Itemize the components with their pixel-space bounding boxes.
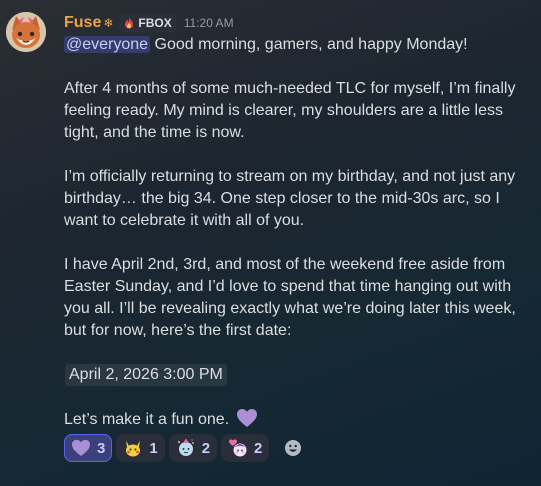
reaction-count: 2 (254, 439, 263, 457)
message-content: @everyone Good morning, gamers, and happ… (64, 34, 530, 430)
paragraph-line: want to celebrate it with all of you. (64, 212, 305, 229)
message-header: Fuse ❄ FBOX 11:20 AM (64, 12, 234, 34)
add-reaction-button[interactable] (279, 434, 307, 462)
paragraph-line: Easter Sunday, and I’d love to spend tha… (64, 278, 512, 295)
paragraph-line: birthday… the big 34. One step closer to… (64, 190, 500, 207)
paragraph-line: After 4 months of some much-needed TLC f… (64, 80, 516, 97)
message-timestamp[interactable]: 11:20 AM (184, 16, 234, 30)
date-timestamp-chip[interactable]: April 2, 2026 3:00 PM (65, 364, 227, 386)
party-character-icon (177, 438, 194, 456)
paragraph-line: tight, and the time is now. (64, 124, 245, 141)
greeting-text: Good morning, gamers, and happy Monday! (150, 36, 468, 53)
reaction-pikachu[interactable]: 1 (116, 434, 165, 462)
heart-character-icon (229, 439, 247, 457)
reaction-heart-character[interactable]: 2 (221, 434, 270, 462)
guild-tag-label: FBOX (138, 16, 172, 30)
reaction-count: 3 (97, 439, 106, 457)
reactions-bar: 3 1 2 2 (64, 434, 307, 462)
user-avatar[interactable] (6, 12, 46, 52)
closing-text: Let’s make it a fun one. (64, 411, 230, 428)
paragraph-line: you all. I’ll be revealing exactly what … (64, 300, 516, 317)
greeting-line: @everyone Good morning, gamers, and happ… (64, 34, 530, 56)
snowflake-icon: ❄ (103, 16, 114, 30)
chat-message: Fuse ❄ FBOX 11:20 AM @everyone Good morn… (0, 0, 541, 486)
reaction-count: 1 (149, 439, 158, 457)
smiley-add-reaction-icon (285, 440, 302, 456)
paragraph-line: I have April 2nd, 3rd, and most of the w… (64, 256, 506, 273)
reaction-count: 2 (201, 439, 211, 457)
guild-tag[interactable]: FBOX (119, 14, 176, 32)
username[interactable]: Fuse (64, 14, 101, 32)
everyone-mention[interactable]: @everyone (64, 36, 151, 53)
purple-heart-icon (72, 439, 90, 456)
flame-icon (125, 17, 134, 29)
pikachu-icon (126, 440, 141, 457)
paragraph-line: I’m officially returning to stream on my… (64, 168, 516, 185)
purple-heart-icon (236, 409, 257, 427)
paragraph-line: but for now, here’s the first date: (64, 322, 292, 339)
paragraph-line: feeling ready. My mind is clearer, my sh… (64, 102, 503, 119)
closing-line: Let’s make it a fun one. (64, 408, 530, 430)
reaction-purple-heart[interactable]: 3 (64, 434, 113, 462)
date-line: April 2, 2026 3:00 PM (64, 364, 530, 386)
reaction-party-character[interactable]: 2 (168, 434, 218, 462)
fox-avatar-icon (6, 12, 46, 52)
